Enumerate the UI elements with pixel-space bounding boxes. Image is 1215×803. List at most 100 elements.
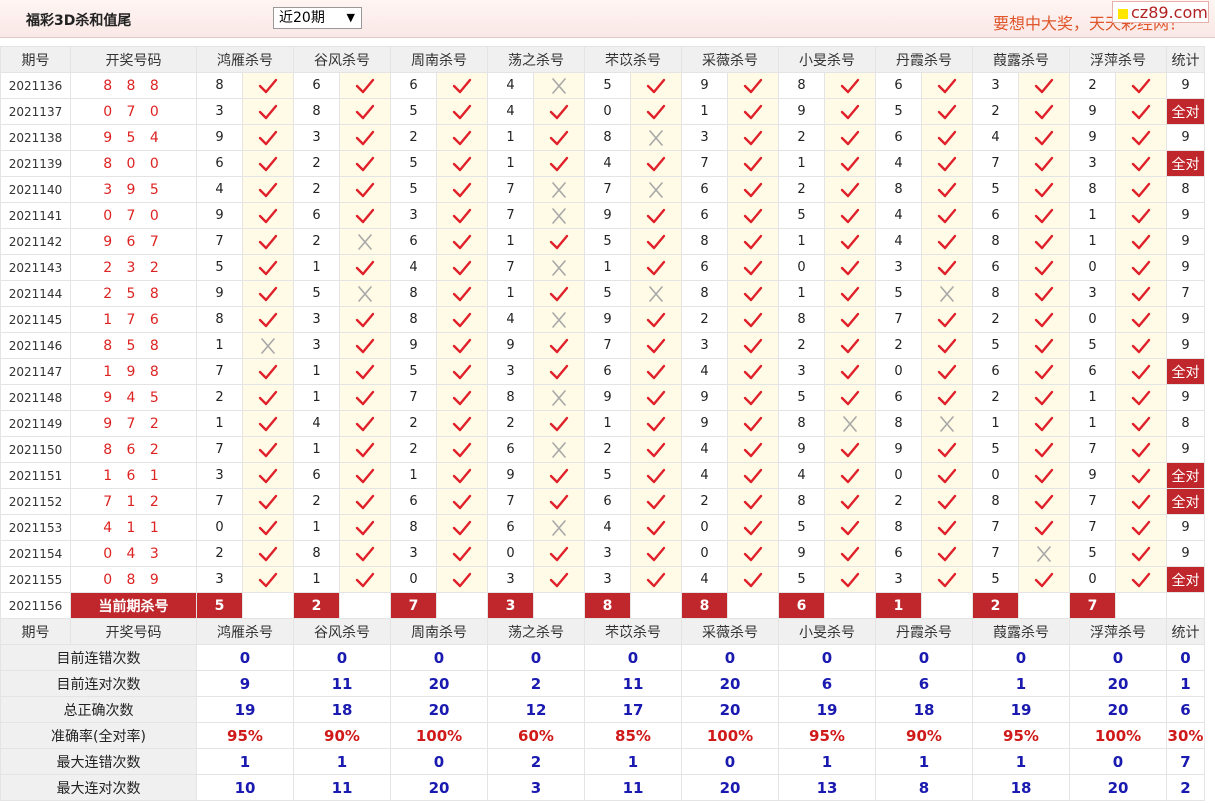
check-icon: [339, 98, 391, 125]
all-correct-badge: 全对: [1166, 488, 1205, 515]
kill-number: 9: [1069, 462, 1116, 489]
kill-number: 5: [390, 150, 437, 177]
header-stat: 统计: [1166, 46, 1205, 73]
kill-number: 9: [1069, 98, 1116, 125]
kill-number: 9: [584, 306, 631, 333]
kill-number: 7: [972, 150, 1019, 177]
period-select-value: 近20期: [279, 10, 325, 26]
header-expert: 周南杀号: [390, 46, 488, 73]
kill-number: 0: [390, 566, 437, 593]
check-icon: [1115, 98, 1167, 125]
current-kill-number: 2: [972, 592, 1019, 619]
kill-number: 8: [972, 228, 1019, 255]
check-icon: [727, 306, 779, 333]
current-kill-number: 3: [487, 592, 534, 619]
kill-number: 1: [1069, 410, 1116, 437]
kill-number: 1: [972, 410, 1019, 437]
check-icon: [339, 150, 391, 177]
period-cell: 2021140: [0, 176, 71, 203]
brand-text: cz89.com: [1131, 3, 1208, 22]
stats-value: 17: [584, 696, 682, 723]
stats-row: 目前连错次数 0 0 0 0 0 0 0 0 0 0 0: [0, 644, 1205, 671]
cross-icon: [533, 254, 585, 281]
kill-number: 7: [487, 202, 534, 229]
check-icon: [242, 436, 294, 463]
table-row: 2021152 7 1 2 7 2 6 7 6 2 8 2 8 7 全对: [0, 488, 1205, 515]
period-cell: 2021141: [0, 202, 71, 229]
kill-number: 1: [584, 410, 631, 437]
kill-number: 5: [972, 332, 1019, 359]
stats-label: 总正确次数: [0, 696, 197, 723]
kill-number: 1: [293, 566, 340, 593]
kill-number: 8: [778, 72, 825, 99]
kill-number: 4: [487, 72, 534, 99]
kill-number: 1: [778, 280, 825, 307]
kill-number: 6: [293, 202, 340, 229]
kill-number: 4: [875, 150, 922, 177]
stats-row: 总正确次数 19 18 20 12 17 20 19 18 19 20 6: [0, 696, 1205, 723]
check-icon: [436, 462, 488, 489]
table-row: 2021150 8 6 271262499579: [0, 436, 1205, 463]
kill-number: 6: [390, 488, 437, 515]
check-icon: [921, 488, 973, 515]
kill-number: 3: [390, 540, 437, 567]
check-icon: [824, 332, 876, 359]
check-icon: [824, 124, 876, 151]
stats-value: 11: [584, 774, 682, 801]
kill-number: 7: [1069, 436, 1116, 463]
kill-number: 1: [293, 514, 340, 541]
check-icon: [921, 176, 973, 203]
kill-number: 3: [487, 358, 534, 385]
kill-number: 7: [1069, 514, 1116, 541]
header-expert: 小旻杀号: [778, 46, 876, 73]
period-cell: 2021151: [0, 462, 71, 489]
check-icon: [727, 358, 779, 385]
draw-numbers: 9 6 7: [70, 228, 197, 255]
current-kill-label: 当前期杀号: [70, 592, 197, 619]
kill-number: 6: [972, 202, 1019, 229]
check-icon: [242, 306, 294, 333]
check-icon: [1018, 72, 1070, 99]
kill-number: 2: [293, 488, 340, 515]
check-icon: [339, 488, 391, 515]
kill-number: 5: [584, 228, 631, 255]
draw-numbers: 1 9 8: [70, 358, 197, 385]
kill-number: 2: [875, 488, 922, 515]
check-icon: [824, 514, 876, 541]
cross-icon: [630, 176, 682, 203]
kill-number: 5: [584, 280, 631, 307]
check-icon: [921, 306, 973, 333]
check-icon: [436, 332, 488, 359]
check-icon: [1115, 280, 1167, 307]
kill-number: 7: [487, 176, 534, 203]
brand-badge[interactable]: cz89.com: [1112, 1, 1209, 23]
kill-number: 0: [972, 462, 1019, 489]
check-icon: [824, 150, 876, 177]
kill-number: 7: [681, 150, 728, 177]
check-icon: [727, 332, 779, 359]
check-icon: [1018, 514, 1070, 541]
check-icon: [824, 228, 876, 255]
period-cell: 2021147: [0, 358, 71, 385]
kill-number: 4: [778, 462, 825, 489]
kill-number: 9: [196, 202, 243, 229]
cross-icon: [921, 410, 973, 437]
check-icon: [1115, 228, 1167, 255]
stats-value: 20: [1069, 696, 1167, 723]
current-kill-number: 7: [390, 592, 437, 619]
period-select[interactable]: 近20期 ▼: [273, 7, 362, 29]
check-icon: [824, 176, 876, 203]
check-icon: [339, 358, 391, 385]
check-icon: [533, 410, 585, 437]
stats-value: 20: [681, 696, 779, 723]
stats-label: 最大连对次数: [0, 774, 197, 801]
stats-value: 20: [681, 774, 779, 801]
check-icon: [727, 176, 779, 203]
kill-number: 8: [293, 98, 340, 125]
check-icon: [436, 228, 488, 255]
stats-value: 18: [972, 774, 1070, 801]
stats-value: 20: [390, 696, 488, 723]
kill-number: 5: [390, 98, 437, 125]
check-icon: [824, 306, 876, 333]
kill-number: 2: [293, 228, 340, 255]
